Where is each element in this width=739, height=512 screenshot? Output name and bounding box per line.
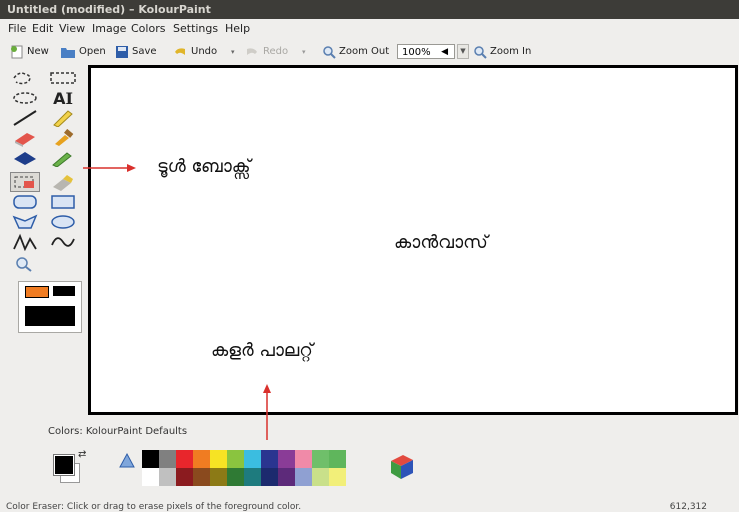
color-swatch[interactable] bbox=[295, 450, 312, 468]
color-swatch[interactable] bbox=[159, 450, 176, 468]
color-swatch[interactable] bbox=[193, 468, 210, 486]
color-swatch[interactable] bbox=[261, 450, 278, 468]
color-cube-icon bbox=[391, 455, 413, 479]
toolbox-annotation: ടൂൾ ബോക്സ് bbox=[157, 156, 251, 177]
color-swatch[interactable] bbox=[244, 450, 261, 468]
arrowhead-icon bbox=[127, 164, 136, 172]
color-swatch[interactable] bbox=[142, 468, 159, 486]
color-swatch[interactable] bbox=[329, 450, 346, 468]
swap-colors-icon[interactable]: ⇄ bbox=[78, 449, 86, 460]
color-swatch[interactable] bbox=[176, 468, 193, 486]
cursor-coordinates: 612,312 bbox=[669, 502, 707, 512]
transparent-color-icon[interactable] bbox=[118, 452, 136, 470]
palette-title: Colors: KolourPaint Defaults bbox=[48, 426, 188, 437]
palette-annotation: കളർ പാലറ്റ് bbox=[211, 340, 313, 361]
arrowhead-icon bbox=[263, 384, 271, 393]
status-message: Color Eraser: Click or drag to erase pix… bbox=[6, 502, 302, 512]
color-swatch[interactable] bbox=[312, 450, 329, 468]
color-swatch[interactable] bbox=[295, 468, 312, 486]
status-bar: Color Eraser: Click or drag to erase pix… bbox=[0, 502, 739, 512]
color-swatch[interactable] bbox=[312, 468, 329, 486]
color-swatch[interactable] bbox=[261, 468, 278, 486]
canvas-annotation: കാൻവാസ് bbox=[394, 232, 488, 253]
foreground-background-colors[interactable]: ⇄ bbox=[52, 449, 88, 485]
color-swatch[interactable] bbox=[329, 468, 346, 486]
color-palette[interactable] bbox=[142, 450, 346, 486]
color-swatch[interactable] bbox=[244, 468, 261, 486]
color-swatch[interactable] bbox=[159, 468, 176, 486]
color-swatch[interactable] bbox=[210, 450, 227, 468]
color-swatch[interactable] bbox=[176, 450, 193, 468]
color-swatch[interactable] bbox=[278, 450, 295, 468]
color-swatch[interactable] bbox=[142, 450, 159, 468]
color-swatch[interactable] bbox=[210, 468, 227, 486]
color-swatch[interactable] bbox=[227, 450, 244, 468]
color-swatch[interactable] bbox=[227, 468, 244, 486]
color-swatch[interactable] bbox=[278, 468, 295, 486]
color-swatch[interactable] bbox=[193, 450, 210, 468]
foreground-color[interactable] bbox=[53, 454, 75, 476]
